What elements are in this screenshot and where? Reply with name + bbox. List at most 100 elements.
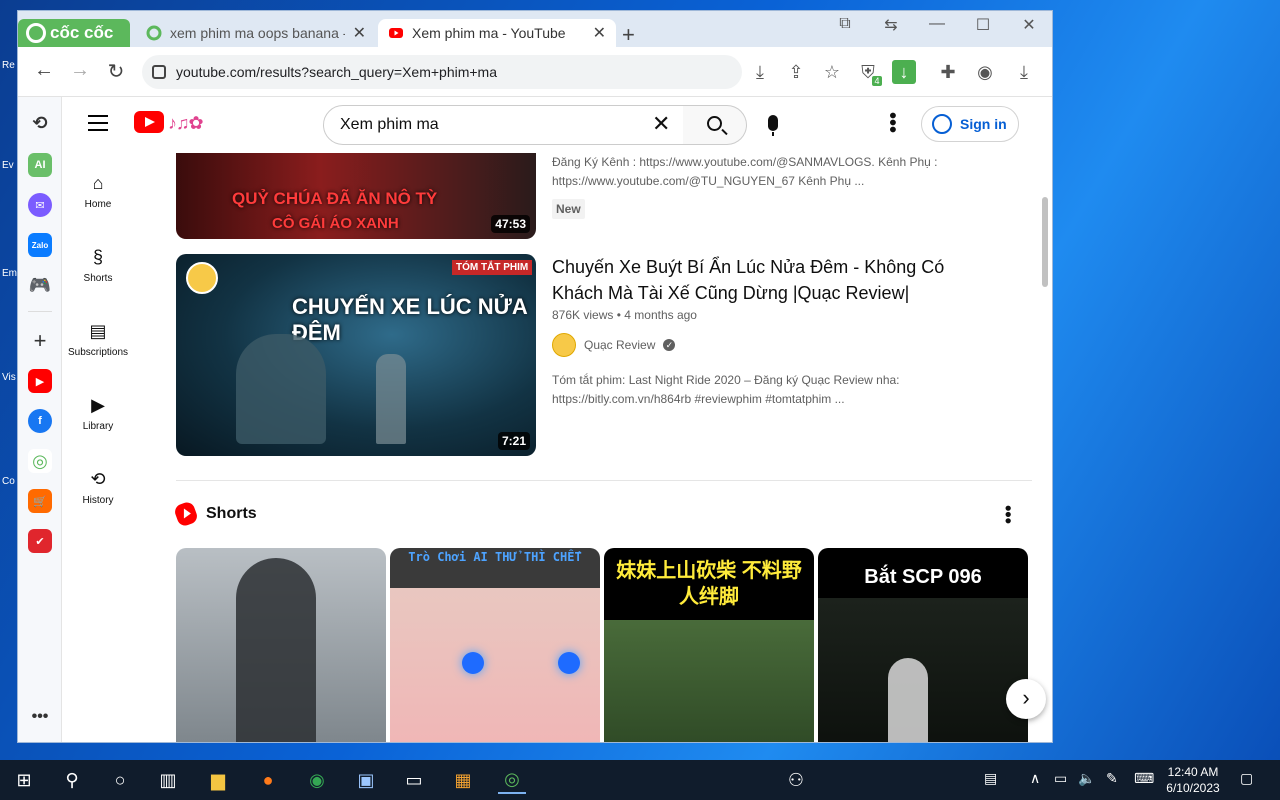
channel-link[interactable]: Quạc Review ✓ — [552, 333, 676, 357]
coccoc-menu-button[interactable]: cốc cốc — [18, 19, 130, 47]
shorts-shelf-header: Shorts — [172, 500, 257, 528]
guide-item-history[interactable]: ⟲ History — [62, 469, 134, 506]
short-item[interactable] — [176, 548, 386, 742]
profile-icon[interactable]: ◉ — [973, 60, 997, 84]
add-shortcut-plus-icon[interactable]: + — [28, 328, 52, 353]
coccoc-logo-icon — [26, 23, 46, 43]
maximize-icon[interactable]: ☐ — [968, 15, 998, 35]
desktop-icon-partial[interactable]: Em — [2, 268, 18, 296]
desktop-icon-partial[interactable]: Vis — [2, 372, 18, 400]
system-monitor-icon[interactable]: ▣ — [352, 766, 380, 794]
ai-assistant-icon[interactable]: AI — [28, 153, 52, 177]
browser-window: cốc cốc xem phim ma oops banana - ✕ Xem … — [18, 11, 1052, 742]
desktop-icon-partial[interactable]: Co — [2, 476, 18, 504]
facebook-icon[interactable]: f — [28, 409, 52, 433]
screenshot-icon[interactable]: ⧉ — [830, 15, 860, 33]
coccoc-shortcut-icon[interactable]: ◎ — [28, 449, 52, 473]
settings-kebab-icon[interactable]: ••• — [881, 112, 903, 133]
system-clock[interactable]: 12:40 AM 6/10/2023 — [1160, 764, 1226, 796]
history-clock-icon[interactable]: ⟲ — [28, 111, 52, 135]
desktop-icon-partial[interactable]: Re — [2, 60, 18, 88]
short-item[interactable]: Bắt SCP 096 — [818, 548, 1028, 742]
more-dots-icon[interactable]: ••• — [28, 705, 52, 729]
guide-item-home[interactable]: ⌂ Home — [62, 173, 134, 210]
chrome-icon[interactable]: ◉ — [303, 766, 331, 794]
cortana-circle-icon[interactable]: ○ — [106, 766, 134, 794]
glowing-eye — [558, 652, 580, 674]
thumb-caption: CHUYẾN XE LÚC NỬA ĐÊM — [292, 294, 528, 345]
windows-start-icon[interactable]: ⊞ — [10, 766, 38, 794]
youtube-doodle-icon[interactable]: ♪♫✿ — [168, 113, 204, 134]
search-button[interactable] — [683, 105, 747, 145]
shorts-title: Shorts — [206, 505, 257, 522]
youtube-shortcut-icon[interactable]: ▶ — [28, 369, 52, 393]
shopping-cart-icon[interactable]: 🛒 — [28, 489, 52, 513]
shorts-next-arrow-icon[interactable]: › — [1006, 679, 1046, 719]
view-count: 876K views — [552, 308, 614, 322]
back-history-icon[interactable]: ⇆ — [876, 15, 906, 35]
new-tab-plus-icon[interactable]: + — [622, 22, 635, 48]
share-icon[interactable]: ⇪ — [784, 60, 808, 84]
short-item[interactable]: Trò Chơi AI THỬ THÌ CHẾT — [390, 548, 600, 742]
terminal-icon[interactable]: ▭ — [400, 766, 428, 794]
game-controller-icon[interactable]: 🎮 — [28, 273, 52, 297]
short-item[interactable]: 妹妹上山砍柴 不料野人绊脚 — [604, 548, 814, 742]
downloads-icon[interactable]: ⤓ — [1012, 60, 1036, 84]
reload-icon[interactable]: ↻ — [102, 59, 130, 84]
zalo-icon[interactable]: Zalo — [28, 233, 52, 257]
volume-muted-icon[interactable]: 🔈 — [1078, 770, 1095, 787]
shorts-more-kebab-icon[interactable]: ••• — [998, 505, 1018, 524]
people-icon[interactable]: ⚇ — [782, 766, 810, 794]
youtube-logo-icon[interactable] — [134, 111, 164, 133]
bookmark-star-icon[interactable]: ☆ — [820, 60, 844, 84]
youtube-page: ♪♫✿ Xem phim ma ✕ ••• Sign in ⌂ Home § S… — [62, 97, 1052, 742]
sidebar-divider — [28, 311, 52, 312]
file-explorer-icon[interactable]: ▆ — [204, 766, 232, 794]
guide-item-library[interactable]: ▶ Library — [62, 395, 134, 432]
search-clear-icon[interactable]: ✕ — [652, 111, 670, 137]
microphone-icon[interactable] — [768, 115, 778, 136]
extensions-puzzle-icon[interactable]: ✚ — [936, 60, 960, 84]
tab-youtube[interactable]: Xem phim ma - YouTube ✕ — [378, 19, 616, 47]
tray-chevron-icon[interactable]: ∧ — [1030, 770, 1040, 787]
shorts-icon: § — [92, 247, 103, 267]
video-thumbnail[interactable]: TÓM TẮT PHIM CHUYẾN XE LÚC NỬA ĐÊM 7:21 — [176, 254, 536, 456]
lock-icon — [152, 65, 166, 79]
office-app-icon[interactable]: ▦ — [449, 766, 477, 794]
video-title-link[interactable]: Chuyến Xe Buýt Bí Ẩn Lúc Nửa Đêm - Không… — [552, 254, 944, 306]
adblock-shield-icon[interactable]: ⛨ 4 — [856, 60, 882, 86]
sign-in-button[interactable]: Sign in — [921, 106, 1019, 142]
tab-close-icon[interactable]: ✕ — [593, 23, 606, 43]
network-icon[interactable]: ▭ — [1054, 770, 1067, 787]
youtube-header: ♪♫✿ Xem phim ma ✕ ••• Sign in — [62, 97, 1052, 153]
todo-check-icon[interactable]: ✔ — [28, 529, 52, 553]
url-field[interactable]: youtube.com/results?search_query=Xem+phi… — [142, 55, 742, 89]
tab-xem-phim-ma-oops-banana[interactable]: xem phim ma oops banana - ✕ — [136, 19, 376, 47]
firefox-icon[interactable]: ● — [254, 766, 282, 794]
taskbar: ⊞ ⚲ ○ ▥ ▆ ● ◉ ▣ ▭ ▦ ◎ ⚇ ▤ ∧ ▭ 🔈 ✎ ⌨ 12:4… — [0, 760, 1280, 800]
minimize-icon[interactable]: — — [922, 15, 952, 33]
pen-icon[interactable]: ✎ — [1106, 770, 1118, 787]
back-arrow-icon[interactable]: ← — [30, 59, 58, 82]
notification-icon[interactable]: ▢ — [1240, 770, 1253, 787]
guide-item-shorts[interactable]: § Shorts — [62, 247, 134, 284]
video-thumbnail[interactable]: QUỶ CHÚA ĐÃ ĂN NÔ TỲ CÔ GÁI ÁO XANH 47:5… — [176, 145, 536, 239]
messenger-icon[interactable]: ✉ — [28, 193, 52, 217]
tab-close-icon[interactable]: ✕ — [353, 23, 366, 43]
forward-arrow-icon[interactable]: → — [66, 59, 94, 82]
close-window-icon[interactable]: ✕ — [1014, 15, 1044, 35]
search-input[interactable]: Xem phim ma — [323, 105, 685, 145]
menu-hamburger-icon[interactable] — [88, 115, 108, 131]
desktop-icon-partial[interactable]: Ev — [2, 160, 18, 188]
extension-badge: 4 — [872, 76, 882, 86]
touch-keyboard-icon[interactable]: ⌨ — [1134, 770, 1154, 787]
keyboard-layout-icon[interactable]: ▤ — [984, 770, 997, 787]
download-video-icon[interactable]: ⤓ — [748, 60, 772, 84]
savior-download-icon[interactable]: ↓ — [892, 60, 916, 84]
task-view-icon[interactable]: ▥ — [154, 766, 182, 794]
page-scrollbar[interactable] — [1042, 197, 1048, 287]
guide-item-subscriptions[interactable]: ▤ Subscriptions — [62, 321, 134, 358]
coccoc-taskbar-icon[interactable]: ◎ — [498, 766, 526, 794]
desc-line: Đăng Ký Kênh : https://www.youtube.com/@… — [552, 155, 938, 169]
search-icon[interactable]: ⚲ — [58, 766, 86, 794]
